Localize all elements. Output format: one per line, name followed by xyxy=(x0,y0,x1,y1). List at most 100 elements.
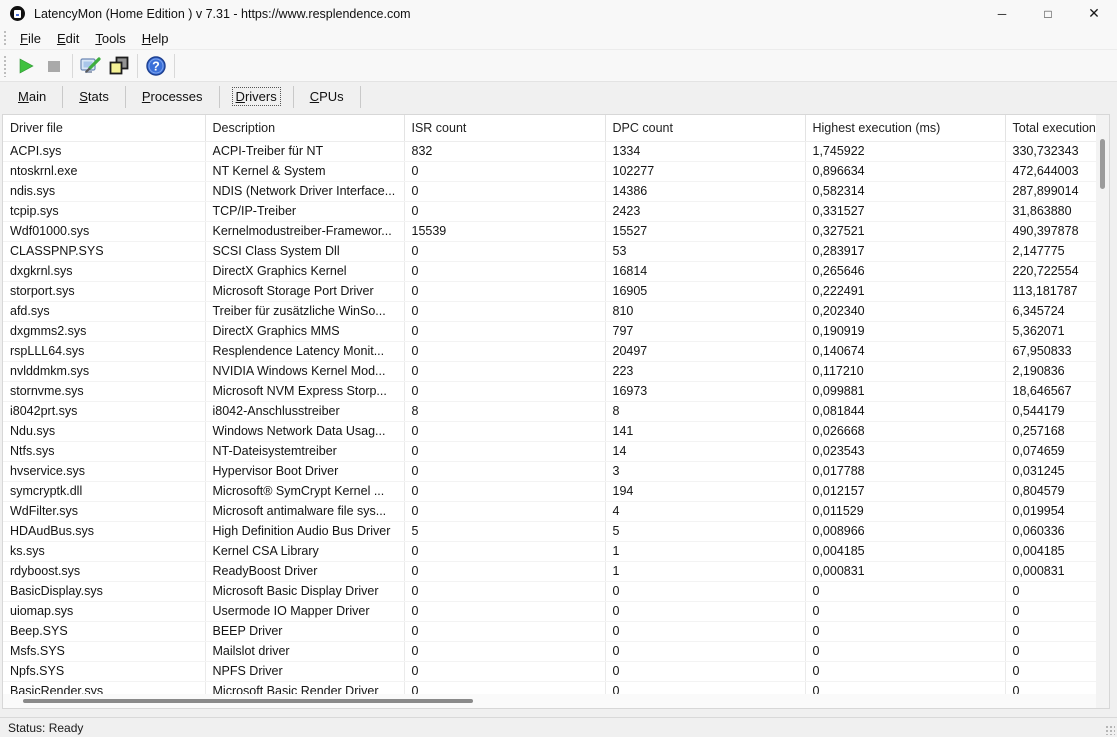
table-row[interactable]: ndis.sysNDIS (Network Driver Interface..… xyxy=(3,181,1096,201)
menu-tools[interactable]: Tools xyxy=(87,29,133,48)
cell-total: 0 xyxy=(1005,661,1096,681)
cell-highest: 0,000831 xyxy=(805,561,1005,581)
column-header-isr-count[interactable]: ISR count xyxy=(404,115,605,141)
menu-help[interactable]: Help xyxy=(134,29,177,48)
drivers-table: Driver file Description ISR count DPC co… xyxy=(3,115,1096,702)
cell-isr: 0 xyxy=(404,621,605,641)
table-row[interactable]: Msfs.SYSMailslot driver0000 xyxy=(3,641,1096,661)
table-row[interactable]: storport.sysMicrosoft Storage Port Drive… xyxy=(3,281,1096,301)
cell-description: ReadyBoost Driver xyxy=(205,561,404,581)
table-row[interactable]: i8042prt.sysi8042-Anschlusstreiber880,08… xyxy=(3,401,1096,421)
table-row[interactable]: CLASSPNP.SYSSCSI Class System Dll0530,28… xyxy=(3,241,1096,261)
cell-highest: 0 xyxy=(805,581,1005,601)
cell-total: 0,074659 xyxy=(1005,441,1096,461)
stop-icon xyxy=(44,56,64,76)
cell-dpc: 8 xyxy=(605,401,805,421)
column-header-dpc-count[interactable]: DPC count xyxy=(605,115,805,141)
cell-total: 0,019954 xyxy=(1005,501,1096,521)
table-row[interactable]: Npfs.SYSNPFS Driver0000 xyxy=(3,661,1096,681)
minimize-button[interactable]: ─ xyxy=(979,0,1025,27)
table-row[interactable]: stornvme.sysMicrosoft NVM Express Storp.… xyxy=(3,381,1096,401)
cell-total: 2,190836 xyxy=(1005,361,1096,381)
cell-isr: 0 xyxy=(404,201,605,221)
table-row[interactable]: dxgmms2.sysDirectX Graphics MMS07970,190… xyxy=(3,321,1096,341)
column-header-total-execution[interactable]: Total execution xyxy=(1005,115,1096,141)
horizontal-scrollbar-thumb[interactable] xyxy=(23,699,473,703)
cell-isr: 0 xyxy=(404,601,605,621)
report-button[interactable] xyxy=(105,53,133,79)
cell-isr: 0 xyxy=(404,341,605,361)
cell-highest: 0,222491 xyxy=(805,281,1005,301)
start-monitor-button[interactable] xyxy=(12,53,40,79)
cell-highest: 0,331527 xyxy=(805,201,1005,221)
table-row[interactable]: Wdf01000.sysKernelmodustreiber-Framewor.… xyxy=(3,221,1096,241)
table-row[interactable]: symcryptk.dllMicrosoft® SymCrypt Kernel … xyxy=(3,481,1096,501)
tab-drivers[interactable]: Drivers xyxy=(220,84,293,113)
driver-table-body: ACPI.sysACPI-Treiber für NT83213341,7459… xyxy=(3,141,1096,701)
cell-description: Resplendence Latency Monit... xyxy=(205,341,404,361)
horizontal-scrollbar[interactable] xyxy=(3,694,1096,708)
table-row[interactable]: ks.sysKernel CSA Library010,0041850,0041… xyxy=(3,541,1096,561)
table-row[interactable]: Beep.SYSBEEP Driver0000 xyxy=(3,621,1096,641)
cell-isr: 0 xyxy=(404,561,605,581)
table-row[interactable]: hvservice.sysHypervisor Boot Driver030,0… xyxy=(3,461,1096,481)
cell-description: Microsoft NVM Express Storp... xyxy=(205,381,404,401)
table-row[interactable]: uiomap.sysUsermode IO Mapper Driver0000 xyxy=(3,601,1096,621)
vertical-scrollbar[interactable] xyxy=(1096,115,1109,708)
table-row[interactable]: nvlddmkm.sysNVIDIA Windows Kernel Mod...… xyxy=(3,361,1096,381)
column-header-driver-file[interactable]: Driver file xyxy=(3,115,205,141)
toolbar-separator xyxy=(137,54,138,78)
cell-dpc: 0 xyxy=(605,621,805,641)
cell-dpc: 16973 xyxy=(605,381,805,401)
table-row[interactable]: afd.sysTreiber für zusätzliche WinSo...0… xyxy=(3,301,1096,321)
column-header-highest-execution[interactable]: Highest execution (ms) xyxy=(805,115,1005,141)
tab-bar: Main Stats Processes Drivers CPUs xyxy=(0,82,1117,114)
table-row[interactable]: dxgkrnl.sysDirectX Graphics Kernel016814… xyxy=(3,261,1096,281)
tab-cpus[interactable]: CPUs xyxy=(294,84,360,113)
cell-file: Beep.SYS xyxy=(3,621,205,641)
vertical-scrollbar-thumb[interactable] xyxy=(1100,139,1105,189)
options-button[interactable] xyxy=(77,53,105,79)
table-row[interactable]: ntoskrnl.exeNT Kernel & System01022770,8… xyxy=(3,161,1096,181)
menubar-gripper[interactable] xyxy=(3,30,7,46)
tab-main[interactable]: Main xyxy=(2,84,62,113)
cell-total: 0 xyxy=(1005,601,1096,621)
cell-file: hvservice.sys xyxy=(3,461,205,481)
close-button[interactable]: ✕ xyxy=(1071,0,1117,27)
title-bar: LatencyMon (Home Edition ) v 7.31 - http… xyxy=(0,0,1117,27)
table-row[interactable]: Ntfs.sysNT-Dateisystemtreiber0140,023543… xyxy=(3,441,1096,461)
tab-processes[interactable]: Processes xyxy=(126,84,219,113)
cell-total: 31,863880 xyxy=(1005,201,1096,221)
cell-description: Kernel CSA Library xyxy=(205,541,404,561)
menu-file[interactable]: File xyxy=(12,29,49,48)
cell-total: 0 xyxy=(1005,581,1096,601)
cell-isr: 8 xyxy=(404,401,605,421)
cell-file: CLASSPNP.SYS xyxy=(3,241,205,261)
status-bar: Status: Ready xyxy=(0,717,1117,737)
configure-icon xyxy=(80,55,102,77)
cell-file: ndis.sys xyxy=(3,181,205,201)
cell-total: 472,644003 xyxy=(1005,161,1096,181)
table-row[interactable]: WdFilter.sysMicrosoft antimalware file s… xyxy=(3,501,1096,521)
menu-edit[interactable]: Edit xyxy=(49,29,87,48)
table-row[interactable]: rdyboost.sysReadyBoost Driver010,0008310… xyxy=(3,561,1096,581)
help-icon: ? xyxy=(145,55,167,77)
cell-dpc: 0 xyxy=(605,581,805,601)
window-controls: ─ □ ✕ xyxy=(979,0,1117,27)
column-header-description[interactable]: Description xyxy=(205,115,404,141)
toolbar-gripper[interactable] xyxy=(3,55,7,77)
table-row[interactable]: tcpip.sysTCP/IP-Treiber024230,33152731,8… xyxy=(3,201,1096,221)
table-row[interactable]: HDAudBus.sysHigh Definition Audio Bus Dr… xyxy=(3,521,1096,541)
table-row[interactable]: Ndu.sysWindows Network Data Usag...01410… xyxy=(3,421,1096,441)
resize-grip-icon[interactable] xyxy=(1105,725,1115,735)
maximize-button[interactable]: □ xyxy=(1025,0,1071,27)
cell-dpc: 141 xyxy=(605,421,805,441)
cell-file: uiomap.sys xyxy=(3,601,205,621)
stop-monitor-button[interactable] xyxy=(40,53,68,79)
help-button[interactable]: ? xyxy=(142,53,170,79)
status-text: Status: Ready xyxy=(8,721,83,735)
tab-stats[interactable]: Stats xyxy=(63,84,125,113)
table-row[interactable]: BasicDisplay.sysMicrosoft Basic Display … xyxy=(3,581,1096,601)
table-row[interactable]: rspLLL64.sysResplendence Latency Monit..… xyxy=(3,341,1096,361)
table-row[interactable]: ACPI.sysACPI-Treiber für NT83213341,7459… xyxy=(3,141,1096,161)
